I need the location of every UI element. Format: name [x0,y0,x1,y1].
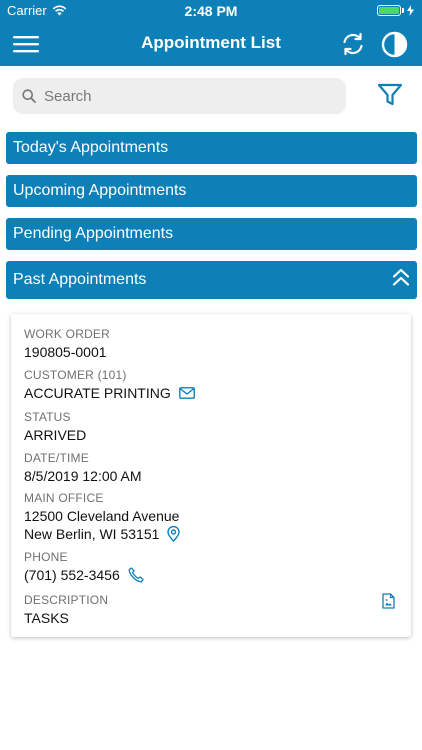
contrast-icon [381,31,407,57]
datetime-field: DATE/TIME 8/5/2019 12:00 AM [24,451,142,485]
status-label: STATUS [24,410,71,424]
theme-toggle-button[interactable] [378,28,410,60]
collapse-button[interactable] [391,268,411,293]
section-label: Pending Appointments [13,225,174,242]
charging-icon [407,5,414,16]
filter-button[interactable] [377,82,403,108]
phone-icon [128,567,144,583]
work-order-field: WORK ORDER 190805-0001 [24,327,110,361]
status-time: 2:48 PM [184,3,238,19]
refresh-icon [343,32,363,56]
status-value: ARRIVED [24,427,87,443]
map-pin-icon [167,526,181,542]
section-upcoming-appointments[interactable]: Upcoming Appointments [6,175,417,207]
customer-value: ACCURATE PRINTING [24,385,171,401]
chevron-double-up-icon [392,268,410,286]
section-pending-appointments[interactable]: Pending Appointments [6,218,417,250]
appointment-card[interactable]: WORK ORDER 190805-0001 CUSTOMER (101) AC… [11,314,411,637]
customer-label: CUSTOMER (101) [24,368,127,382]
main-office-label: MAIN OFFICE [24,491,104,505]
customer-field: CUSTOMER (101) ACCURATE PRINTING [24,368,195,402]
status-bar: Carrier 2:48 PM [0,0,422,22]
document-icon [382,593,395,609]
status-field: STATUS ARRIVED [24,410,86,444]
battery-indicator [377,5,414,16]
search-icon [22,89,36,103]
description-field: DESCRIPTION TASKS [24,593,108,627]
phone-field: PHONE (701) 552-3456 [24,550,144,584]
work-order-label: WORK ORDER [24,327,110,341]
map-button[interactable] [167,526,181,542]
search-input[interactable] [44,87,324,105]
address-line2: New Berlin, WI 53151 [24,526,160,542]
section-past-appointments[interactable]: Past Appointments [6,261,417,299]
document-button[interactable] [382,593,395,614]
section-label: Past Appointments [13,271,147,288]
search-row [0,78,422,114]
work-order-value: 190805-0001 [24,344,107,360]
section-todays-appointments[interactable]: Today's Appointments [6,132,417,164]
datetime-value: 8/5/2019 12:00 AM [24,468,142,484]
phone-label: PHONE [24,550,68,564]
description-label: DESCRIPTION [24,593,109,607]
envelope-icon [178,387,195,399]
description-value: TASKS [24,610,69,626]
call-button[interactable] [128,567,144,583]
search-box[interactable] [13,78,346,114]
refresh-button[interactable] [337,28,369,60]
filter-icon [377,83,403,106]
nav-bar: Appointment List [0,22,422,66]
main-office-field: MAIN OFFICE 12500 Cleveland Avenue New B… [24,491,181,543]
email-button[interactable] [178,387,195,399]
section-label: Upcoming Appointments [13,182,187,199]
phone-value: (701) 552-3456 [24,567,120,583]
section-label: Today's Appointments [13,139,169,156]
battery-icon [377,5,401,16]
address-line1: 12500 Cleveland Avenue [24,508,180,524]
datetime-label: DATE/TIME [24,451,89,465]
